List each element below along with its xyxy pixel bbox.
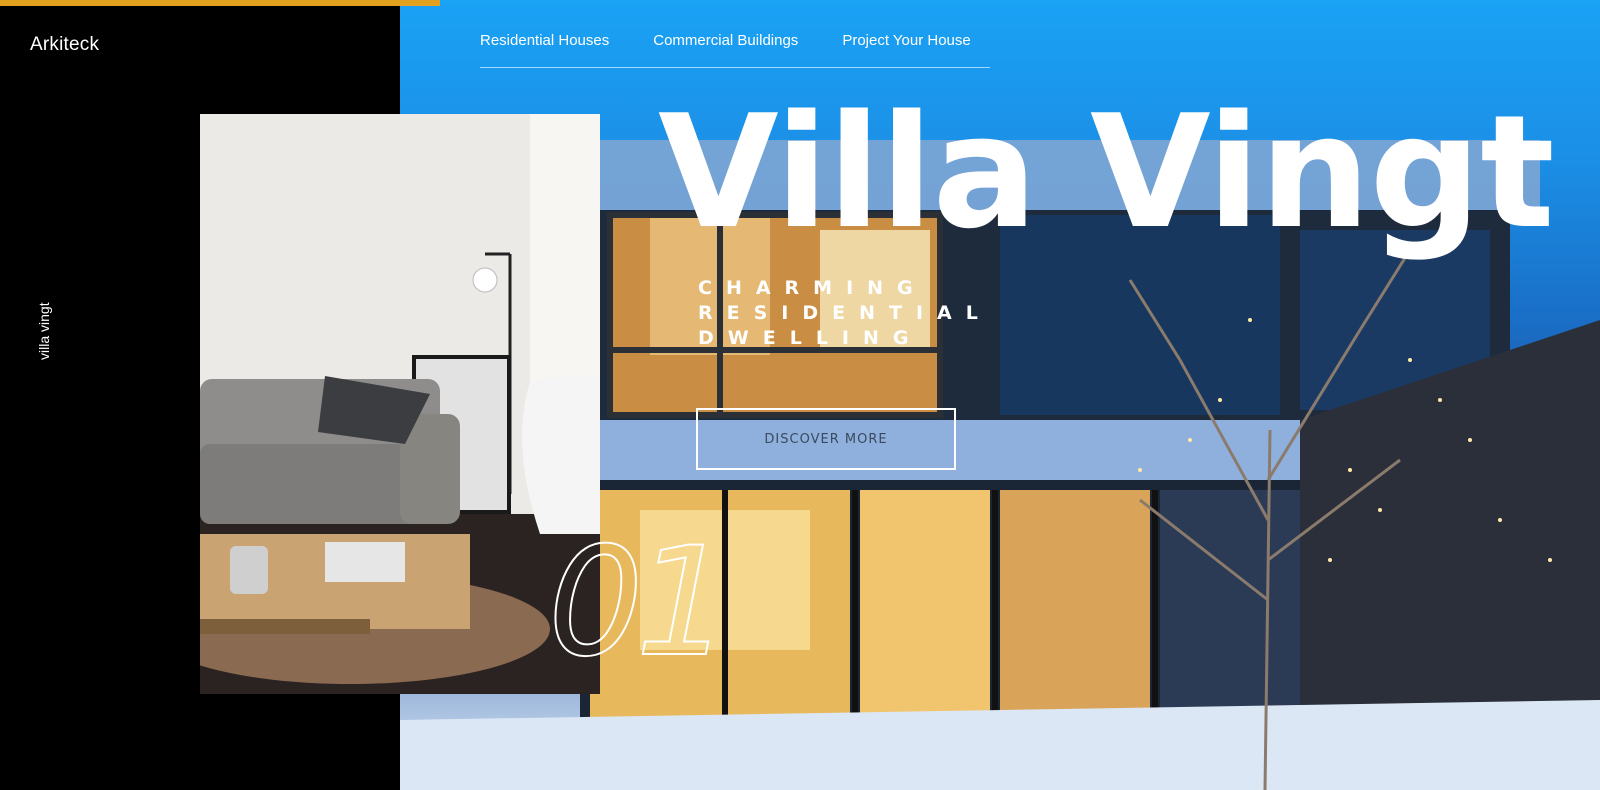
hero-title: Villa Vingt xyxy=(658,81,1555,263)
hero-subtitle: CHARMING RESIDENTIAL DWELLING xyxy=(698,277,992,349)
nav-item-commercial-buildings[interactable]: Commercial Buildings xyxy=(653,32,798,67)
vertical-project-label: villa vingt xyxy=(36,302,52,360)
nav-item-residential-houses[interactable]: Residential Houses xyxy=(480,32,609,67)
main-nav: Residential Houses Commercial Buildings … xyxy=(480,32,990,68)
discover-more-button[interactable]: DISCOVER MORE xyxy=(696,408,956,470)
top-accent-bar xyxy=(0,0,440,6)
nav-item-project-your-house[interactable]: Project Your House xyxy=(842,32,970,67)
slide-number: 01 xyxy=(547,516,732,690)
brand-logo[interactable]: Arkiteck xyxy=(30,34,99,56)
interior-photo xyxy=(200,114,600,694)
